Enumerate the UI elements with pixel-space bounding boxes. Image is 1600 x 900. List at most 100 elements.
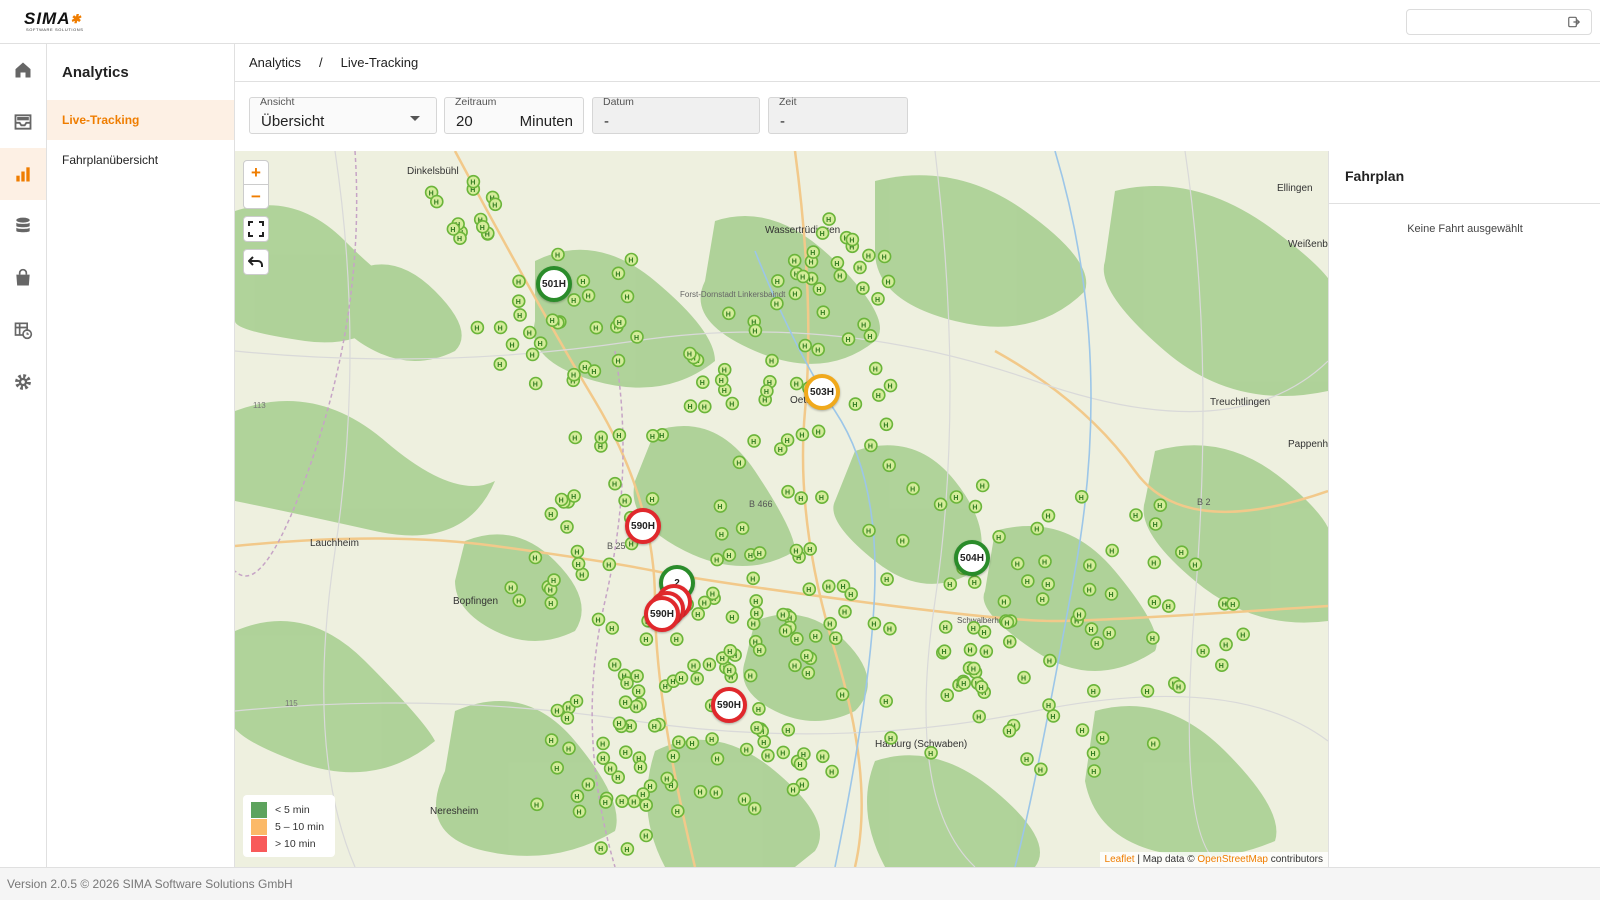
rail-settings[interactable] [0, 356, 46, 408]
shopping-bag-icon [16, 268, 30, 286]
user-logout-field[interactable] [1406, 9, 1592, 35]
bus-stop-glyph: H [623, 750, 628, 757]
leaflet-link[interactable]: Leaflet [1105, 854, 1135, 865]
bus-stop-glyph: H [751, 439, 756, 446]
bus-stop-glyph: H [596, 617, 601, 624]
bus-stop-glyph: H [942, 649, 947, 656]
reset-view-button[interactable] [243, 249, 269, 275]
bus-stop-glyph: H [690, 741, 695, 748]
bus-stop-glyph: H [1145, 689, 1150, 696]
bus-stop-glyph: H [1087, 563, 1092, 570]
bus-stop-glyph: H [785, 438, 790, 445]
bus-stop-glyph: H [910, 487, 915, 494]
bus-stop-glyph: H [961, 681, 966, 688]
bus-stop-glyph: H [873, 366, 878, 373]
zoom-in-button[interactable]: + [244, 161, 268, 185]
bus-stop-glyph: H [577, 809, 582, 816]
bus-stop-glyph: H [1133, 513, 1138, 520]
vehicle-marker[interactable]: 501H [536, 266, 572, 302]
live-tracking-map[interactable]: Dinkelsbühl Wassertrüdingen Forst-Dornst… [235, 151, 1328, 867]
bus-stop-glyph: H [837, 274, 842, 281]
bus-stop-glyph: H [629, 542, 634, 549]
bus-stop-glyph: H [600, 741, 605, 748]
vehicle-marker[interactable]: 504H [954, 540, 990, 576]
bus-stop-glyph: H [1042, 559, 1047, 566]
bus-stop-glyph: H [792, 259, 797, 266]
bus-stop-glyph: H [1024, 757, 1029, 764]
rail-shop[interactable] [0, 252, 46, 304]
subnav-item-live-tracking[interactable]: Live-Tracking [47, 100, 234, 140]
bus-stop-glyph: H [636, 689, 641, 696]
delay-legend: < 5 min 5 – 10 min > 10 min [243, 795, 335, 857]
rail-database[interactable] [0, 200, 46, 252]
bus-stop-glyph: H [720, 656, 725, 663]
bus-stop-glyph: H [752, 807, 757, 814]
bus-stop-glyph: H [816, 429, 821, 436]
bus-stop-glyph: H [1038, 767, 1043, 774]
period-input[interactable]: Zeitraum 20 Minuten [444, 96, 584, 134]
bus-stop-glyph: H [1015, 562, 1020, 569]
bus-stop-glyph: H [1150, 636, 1155, 643]
road-label: B 25 [607, 541, 626, 551]
bus-stop-glyph: H [1045, 582, 1050, 589]
breadcrumb-root[interactable]: Analytics [249, 55, 301, 70]
bus-stop-glyph: H [715, 757, 720, 764]
bus-stop-glyph: H [634, 674, 639, 681]
bus-stop-glyph: H [887, 627, 892, 634]
bus-stop-glyph: H [1077, 612, 1082, 619]
bus-stop-glyph: H [719, 532, 724, 539]
logout-icon[interactable] [1567, 15, 1581, 29]
place-label: Weißenburg in Bayern [1288, 239, 1328, 250]
bus-stop-glyph: H [551, 578, 556, 585]
footer: Version 2.0.5 © 2026 SIMA Software Solut… [0, 867, 1600, 900]
bus-stop-glyph: H [612, 663, 617, 670]
bus-stop-glyph: H [612, 482, 617, 489]
osm-link[interactable]: OpenStreetMap [1197, 854, 1268, 865]
bus-stop-glyph: H [582, 365, 587, 372]
bus-stop-glyph: H [943, 625, 948, 632]
bus-stop-glyph: H [802, 344, 807, 351]
bus-stop-glyph: H [726, 311, 731, 318]
legend-label: > 10 min [275, 837, 316, 850]
rail-home[interactable] [0, 44, 46, 96]
bus-stop-glyph: H [640, 792, 645, 799]
bus-stop-glyph: H [729, 402, 734, 409]
subnav-item-fahrplanuebersicht[interactable]: Fahrplanübersicht [47, 140, 234, 180]
date-field[interactable]: Datum - [592, 96, 760, 134]
bus-stop-glyph: H [1192, 562, 1197, 569]
bus-stop-glyph: H [740, 526, 745, 533]
bus-stop-glyph: H [775, 279, 780, 286]
bus-stop-glyph: H [516, 299, 521, 306]
vehicle-marker[interactable]: 590H [644, 596, 680, 632]
bus-stop-glyph: H [1025, 579, 1030, 586]
bus-stop-glyph: H [820, 310, 825, 317]
bus-stop-glyph: H [778, 447, 783, 454]
bus-stop-glyph: H [480, 225, 485, 232]
bus-stop-glyph: H [848, 592, 853, 599]
bus-stop-glyph: H [492, 202, 497, 209]
vehicle-marker[interactable]: 503H [804, 374, 840, 410]
bus-stop-glyph: H [628, 258, 633, 265]
bus-stop-glyph: H [928, 751, 933, 758]
bus-stop-glyph: H [726, 553, 731, 560]
rail-schedule[interactable] [0, 304, 46, 356]
chevron-down-icon [410, 116, 420, 121]
bus-stop-glyph: H [571, 298, 576, 305]
vehicle-marker[interactable]: 590H [711, 687, 747, 723]
bus-stop-glyph: H [631, 799, 636, 806]
time-field[interactable]: Zeit - [768, 96, 908, 134]
vehicle-marker[interactable]: 590H [625, 508, 661, 544]
rail-inbox[interactable] [0, 96, 46, 148]
fullscreen-button[interactable] [243, 216, 269, 242]
bus-stop-glyph: H [971, 666, 976, 673]
bus-stop-glyph: H [616, 359, 621, 366]
view-select-value: Übersicht [261, 113, 325, 130]
sima-logo[interactable]: SIMA✱ SOFTWARE SOLUTIONS [24, 10, 84, 32]
bus-stop-glyph: H [757, 551, 762, 558]
zoom-out-button[interactable]: − [244, 185, 268, 209]
rail-analytics[interactable] [0, 148, 46, 200]
bus-stop-glyph: H [633, 704, 638, 711]
view-select[interactable]: Ansicht Übersicht [249, 96, 437, 134]
bus-stop-glyph: H [695, 612, 700, 619]
bus-stop-glyph: H [508, 586, 513, 593]
